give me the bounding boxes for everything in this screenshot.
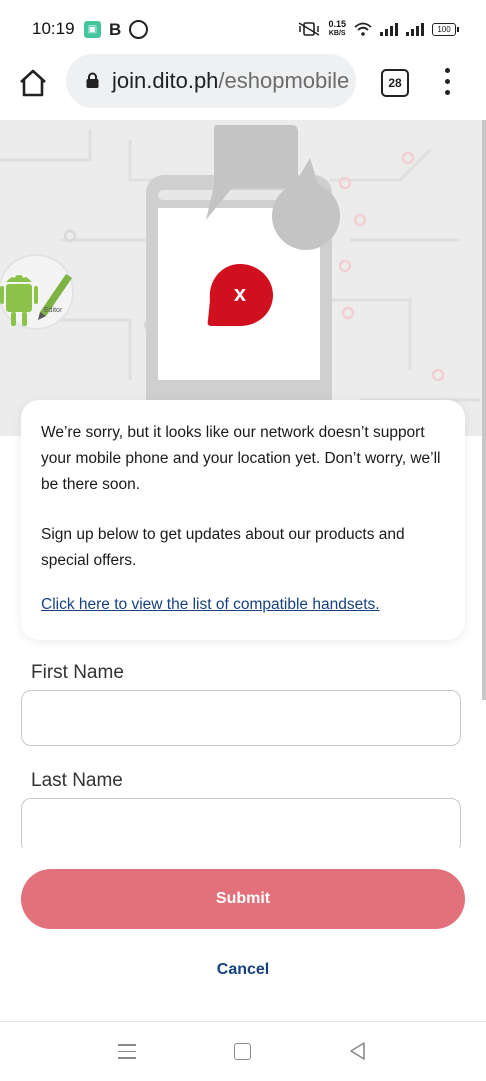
url-path: /eshopmobile [218, 68, 350, 93]
last-name-input[interactable] [21, 798, 461, 854]
cancel-button[interactable]: Cancel [0, 961, 486, 979]
status-time: 10:19 [32, 19, 75, 38]
url-text[interactable]: join.dito.ph/eshopmobile [112, 68, 349, 94]
back-icon[interactable] [348, 1041, 368, 1061]
first-name-label: First Name [31, 662, 124, 683]
unsupported-message-card: We’re sorry, but it looks like our netwo… [21, 400, 465, 640]
net-speed-value: 0.15 [328, 19, 346, 29]
battery-icon: 100 [432, 22, 459, 36]
floating-android-badge[interactable]: Editor [0, 250, 74, 334]
status-bar: 10:19 ▣ B 0.15 KB/S 100 [0, 0, 486, 58]
signup-message-text: Sign up below to get updates about our p… [41, 526, 405, 569]
app-notification-icon: ▣ [84, 21, 101, 38]
lock-icon [86, 72, 99, 88]
svg-text:Editor: Editor [44, 307, 63, 314]
address-bar[interactable]: join.dito.ph/eshopmobile [66, 54, 356, 108]
net-speed-unit: KB/S [328, 30, 346, 37]
messenger-icon [129, 20, 149, 39]
net-speed: 0.15 KB/S [328, 20, 346, 38]
browser-toolbar: join.dito.ph/eshopmobile 28 [0, 54, 486, 120]
recent-apps-icon[interactable] [118, 1044, 136, 1059]
system-nav-bar [0, 1021, 486, 1081]
form-actions: Submit Cancel [0, 848, 486, 1021]
compatible-handsets-link[interactable]: Click here to view the list of compatibl… [41, 596, 380, 614]
submit-button[interactable]: Submit [21, 869, 465, 929]
vibrate-mute-icon [299, 22, 320, 36]
unsupported-message-text: We’re sorry, but it looks like our netwo… [41, 424, 441, 493]
tab-switcher-button[interactable]: 28 [381, 69, 409, 97]
status-right: 0.15 KB/S 100 [298, 20, 459, 38]
url-host: join.dito.ph [112, 68, 219, 93]
last-name-label: Last Name [31, 770, 123, 791]
wifi-icon [354, 22, 372, 36]
first-name-input[interactable] [21, 690, 461, 746]
notification-icons: ▣ B [84, 20, 149, 39]
error-x-mark: x [234, 281, 247, 306]
overflow-menu-icon[interactable] [444, 68, 450, 98]
home-icon[interactable] [18, 68, 48, 98]
b-notification-icon: B [109, 20, 122, 39]
signal-icon-2 [406, 22, 424, 36]
home-nav-icon[interactable] [234, 1043, 251, 1060]
signal-icon-1 [380, 22, 398, 36]
page-scrollbar[interactable] [482, 120, 486, 700]
